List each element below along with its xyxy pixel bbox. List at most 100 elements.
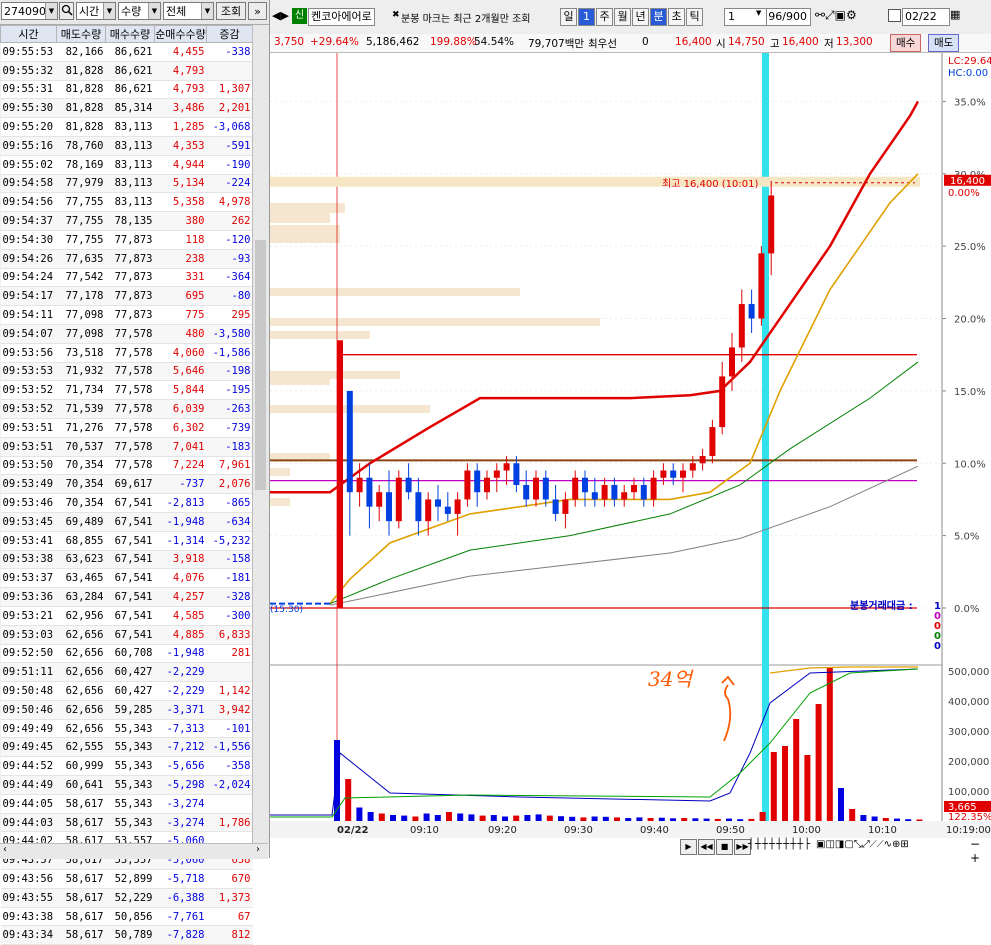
table-row[interactable]: 09:44:52 60,999 55,343 -5,656 -358 — [0, 756, 253, 777]
zoom-controls[interactable]: −+ — [970, 837, 990, 865]
arrow-left-icon[interactable]: ‹ — [3, 844, 7, 855]
period-tab-6[interactable]: 초 — [668, 8, 685, 26]
table-row[interactable]: 09:54:26 77,635 77,873 238 -93 — [0, 249, 253, 269]
table-row[interactable]: 09:49:45 62,555 55,343 -7,212 -1,556 — [0, 737, 253, 758]
qty-select[interactable]: 수량 ▼ — [118, 2, 161, 20]
date-checkbox[interactable] — [888, 9, 901, 22]
table-row[interactable]: 09:53:50 70,354 77,578 7,224 7,961 — [0, 456, 253, 476]
chevron-down-icon[interactable]: ▼ — [148, 3, 160, 19]
table-row[interactable]: 09:53:03 62,656 67,541 4,885 6,833 — [0, 625, 253, 645]
drawing-tools-icon[interactable]: ▣◫◨▢⤡⤢⟋⟋∿⊕⊞ — [816, 839, 909, 850]
stock-name-field[interactable]: 켄코아에어로 — [308, 8, 375, 26]
table-row[interactable]: 09:55:20 81,828 83,113 1,285 -3,068 — [0, 117, 253, 137]
table-cell: 2,076 — [206, 474, 253, 495]
chevron-down-icon[interactable]: ▼ — [103, 3, 115, 19]
table-row[interactable]: 09:54:30 77,755 77,873 118 -120 — [0, 230, 253, 250]
table-row[interactable]: 09:49:49 62,656 55,343 -7,313 -101 — [0, 719, 253, 739]
table-row[interactable]: 09:44:05 58,617 55,343 -3,274 — [0, 794, 253, 814]
period-tab-4[interactable]: 년 — [632, 8, 649, 26]
zoom-slider[interactable]: ┤┼┼┼┼┼┼┼├ — [748, 839, 811, 850]
time-select[interactable]: 시간 ▼ — [76, 2, 116, 20]
table-row[interactable]: 09:55:02 78,169 83,113 4,944 -190 — [0, 155, 253, 175]
count-input[interactable]: 96/900 — [766, 8, 811, 26]
rewind-icon[interactable]: ◀◀ — [698, 839, 715, 855]
table-row[interactable]: 09:55:30 81,828 85,314 3,486 2,201 — [0, 98, 253, 119]
table-row[interactable]: 09:53:21 62,956 67,541 4,585 -300 — [0, 606, 253, 626]
table-row[interactable]: 09:54:07 77,098 77,578 480 -3,580 — [0, 324, 253, 344]
table-row[interactable]: 09:53:37 63,465 67,541 4,076 -181 — [0, 568, 253, 589]
table-row[interactable]: 09:53:52 71,734 77,578 5,844 -195 — [0, 380, 253, 401]
table-cell: -80 — [206, 286, 253, 307]
playback-controls[interactable]: ▶ ◀◀ ■ ▶▶ — [680, 839, 752, 855]
table-row[interactable]: 09:52:50 62,656 60,708 -1,948 281 — [0, 644, 253, 664]
table-row[interactable]: 09:53:45 69,489 67,541 -1,948 -634 — [0, 512, 253, 532]
play-icon[interactable]: ▶ — [680, 839, 697, 855]
table-row[interactable]: 09:54:56 77,755 83,113 5,358 4,978 — [0, 192, 253, 213]
chevron-down-icon[interactable]: ▼ — [201, 3, 213, 19]
table-row[interactable]: 09:53:36 63,284 67,541 4,257 -328 — [0, 587, 253, 607]
table-row[interactable]: 09:44:49 60,641 55,343 -5,298 -2,024 — [0, 775, 253, 795]
table-row[interactable]: 09:43:38 58,617 50,856 -7,761 67 — [0, 907, 253, 927]
table-row[interactable]: 09:55:31 81,828 86,621 4,793 1,307 — [0, 80, 253, 100]
table-row[interactable]: 09:53:52 71,539 77,578 6,039 -263 — [0, 399, 253, 419]
table-row[interactable]: 09:55:32 81,828 86,621 4,793 — [0, 61, 253, 81]
query-button[interactable]: 조회 — [216, 2, 246, 20]
table-row[interactable]: 09:43:34 58,617 50,789 -7,828 812 — [0, 925, 253, 945]
table-row[interactable]: 09:53:51 71,276 77,578 6,302 -739 — [0, 418, 253, 438]
volume-bar — [849, 809, 856, 821]
table-row[interactable]: 09:50:46 62,656 59,285 -3,371 3,942 — [0, 700, 253, 720]
table-cell: 09:55:02 — [0, 155, 57, 175]
table-row[interactable]: 09:44:03 58,617 55,343 -3,274 1,786 — [0, 813, 253, 833]
arrow-right-icon[interactable]: › — [256, 844, 260, 855]
table-row[interactable]: 09:54:24 77,542 77,873 331 -364 — [0, 268, 253, 288]
horizontal-scrollbar[interactable]: ‹ › — [0, 843, 268, 859]
table-row[interactable]: 09:53:51 70,537 77,578 7,041 -183 — [0, 437, 253, 457]
table-row[interactable]: 09:54:37 77,755 78,135 380 262 — [0, 211, 253, 231]
table-cell: 238 — [154, 249, 207, 269]
table-row[interactable]: 09:54:58 77,979 83,113 5,134 -224 — [0, 174, 253, 194]
table-row[interactable]: 09:54:11 77,098 77,873 775 295 — [0, 305, 253, 325]
table-row[interactable]: 09:53:53 71,932 77,578 5,646 -198 — [0, 362, 253, 382]
table-row[interactable]: 09:53:41 68,855 67,541 -1,314 -5,232 — [0, 531, 253, 551]
price-chart[interactable]: 35.0%30.0%25.0%20.0%15.0%10.0%5.0%0.0%최고… — [270, 53, 991, 838]
period-tab-5[interactable]: 분 — [650, 8, 667, 26]
chevron-down-icon[interactable]: ▼ — [756, 9, 761, 17]
filter-select[interactable]: 전체 ▼ — [163, 2, 214, 20]
table-row[interactable]: 09:55:16 78,760 83,113 4,353 -591 — [0, 136, 253, 156]
stock-code-input[interactable]: 274090 ▼ — [1, 2, 58, 20]
period-tab-2[interactable]: 주 — [596, 8, 613, 26]
buy-button[interactable]: 매수 — [890, 34, 922, 52]
column-header[interactable]: 매수수량 — [105, 25, 155, 43]
period-tab-1[interactable]: 1 — [578, 8, 595, 26]
column-header[interactable]: 시간 — [0, 25, 57, 43]
search-icon[interactable] — [59, 2, 74, 20]
period-tab-7[interactable]: 틱 — [686, 8, 703, 26]
period-tab-3[interactable]: 월 — [614, 8, 631, 26]
scroll-thumb[interactable] — [255, 240, 266, 490]
table-cell: -190 — [206, 155, 253, 175]
table-row[interactable]: 09:53:38 63,623 67,541 3,918 -158 — [0, 550, 253, 570]
chevron-down-icon[interactable]: ▼ — [45, 3, 57, 19]
vertical-scrollbar[interactable] — [252, 25, 269, 843]
calendar-icon[interactable]: ▦ — [950, 8, 960, 21]
stop-icon[interactable]: ■ — [716, 839, 733, 855]
period-tab-0[interactable]: 일 — [560, 8, 577, 26]
table-row[interactable]: 09:43:55 58,617 52,229 -6,388 1,373 — [0, 888, 253, 908]
nav-arrows-icon[interactable]: ◀▶ — [272, 9, 289, 22]
table-row[interactable]: 09:43:56 58,617 52,899 -5,718 670 — [0, 869, 253, 889]
table-cell: 09:53:45 — [0, 512, 57, 532]
table-row[interactable]: 09:50:48 62,656 60,427 -2,229 1,142 — [0, 681, 253, 701]
date-input[interactable]: 02/22 — [902, 8, 950, 26]
column-header[interactable]: 매도수량 — [56, 25, 106, 43]
table-row[interactable]: 09:53:46 70,354 67,541 -2,813 -865 — [0, 493, 253, 513]
table-row[interactable]: 09:53:56 73,518 77,578 4,060 -1,586 — [0, 343, 253, 363]
table-row[interactable]: 09:54:17 77,178 77,873 695 -80 — [0, 286, 253, 307]
column-header[interactable]: 증감 — [206, 25, 253, 43]
expand-icon[interactable]: » — [248, 2, 267, 20]
table-row[interactable]: 09:55:53 82,166 86,621 4,455 -338 — [0, 42, 253, 62]
table-row[interactable]: 09:51:11 62,656 60,427 -2,229 — [0, 662, 253, 683]
table-row[interactable]: 09:53:49 70,354 69,617 -737 2,076 — [0, 474, 253, 495]
column-header[interactable]: 순매수수량 — [154, 25, 207, 43]
sell-button[interactable]: 매도 — [928, 34, 960, 52]
chart-tools-icon[interactable]: ⚯⤢▣⚙ — [815, 8, 857, 23]
